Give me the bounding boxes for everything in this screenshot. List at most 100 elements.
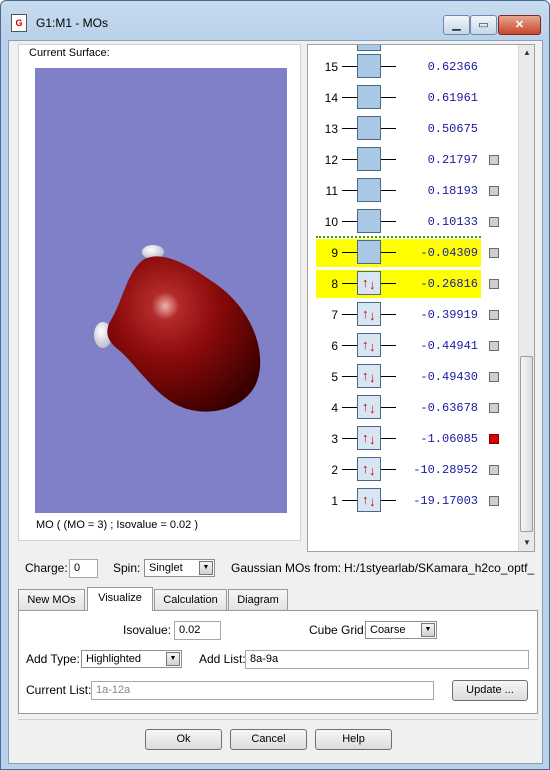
tab-visualize[interactable]: Visualize — [87, 587, 153, 611]
spin-up-icon: ↑ — [362, 399, 369, 414]
spin-down-icon: ↓ — [369, 401, 376, 416]
mo-select-checkbox[interactable] — [489, 186, 499, 196]
cube-grid-select[interactable]: Coarse ▼ — [365, 621, 437, 639]
window-title: G1:M1 - MOs — [36, 16, 109, 30]
chevron-down-icon[interactable]: ▼ — [166, 652, 180, 666]
mo-energy: -0.04309 — [420, 246, 478, 260]
tab-calculation[interactable]: Calculation — [154, 589, 227, 610]
current-list-label: Current List: — [26, 683, 92, 697]
mo-number: 7 — [331, 308, 338, 322]
cube-grid-value: Coarse — [370, 624, 406, 636]
mo-box[interactable]: ↑ ↓ — [357, 488, 381, 512]
mo-number: 1 — [331, 494, 338, 508]
isovalue-input[interactable]: 0.02 — [174, 621, 221, 640]
mo-number: 5 — [331, 370, 338, 384]
tab-new-mos[interactable]: New MOs — [18, 589, 85, 610]
mo-row[interactable]: 7 ↑ ↓ -0.39919 — [316, 301, 481, 329]
mo-row[interactable]: 9 -0.04309 — [316, 239, 481, 267]
mo-row[interactable]: 14 0.61961 — [316, 84, 481, 112]
title-bar[interactable]: G G1:M1 - MOs ▁ ▭ ✕ — [1, 1, 549, 39]
close-button[interactable]: ✕ — [498, 15, 541, 35]
mo-select-checkbox[interactable] — [489, 155, 499, 165]
surface-panel: Current Surface: MO ((MO = 3) ; Isovalu… — [18, 44, 301, 541]
minimize-icon: ▁ — [452, 19, 461, 31]
mo-row[interactable]: 8 ↑ ↓ -0.26816 — [316, 270, 481, 298]
mo-row[interactable]: 12 0.21797 — [316, 146, 481, 174]
update-button[interactable]: Update ... — [452, 680, 528, 701]
mo-select-checkbox[interactable] — [489, 372, 499, 382]
mo-row[interactable]: 5 ↑ ↓ -0.49430 — [316, 363, 481, 391]
maximize-button[interactable]: ▭ — [470, 15, 497, 35]
mo-row[interactable]: 13 0.50675 — [316, 115, 481, 143]
spin-down-icon: ↓ — [369, 432, 376, 447]
mo-box[interactable]: ↑ ↓ — [357, 271, 381, 295]
mo-row[interactable]: 11 0.18193 — [316, 177, 481, 205]
mo-select-checkbox[interactable] — [489, 279, 499, 289]
mo-box[interactable]: ↑ ↓ — [357, 395, 381, 419]
scroll-down-icon[interactable]: ▼ — [519, 535, 534, 551]
mo-row[interactable]: 2 ↑ ↓ -10.28952 — [316, 456, 481, 484]
mo-box[interactable] — [357, 209, 381, 233]
mo-box[interactable] — [357, 147, 381, 171]
mo-box[interactable]: ↑ ↓ — [357, 333, 381, 357]
charge-label: Charge: — [25, 561, 68, 575]
mo-select-checkbox[interactable] — [489, 248, 499, 258]
mo-energy: 0.62366 — [427, 60, 478, 74]
isovalue-label: Isovalue: — [123, 623, 172, 637]
ok-button[interactable]: Ok — [145, 729, 222, 750]
mo-number: 12 — [324, 153, 338, 167]
mo-box[interactable]: ↑ ↓ — [357, 426, 381, 450]
mo-select-checkbox[interactable] — [489, 434, 499, 444]
mo-box[interactable]: ↑ ↓ — [357, 364, 381, 388]
mo-box[interactable]: ↑ ↓ — [357, 302, 381, 326]
mo-box[interactable] — [357, 116, 381, 140]
mo-row[interactable]: 6 ↑ ↓ -0.44941 — [316, 332, 481, 360]
mo-number: 15 — [324, 60, 338, 74]
charge-input[interactable]: 0 — [69, 559, 98, 578]
mo-row[interactable]: 15 0.62366 — [316, 53, 481, 81]
mo-box[interactable]: ↑ ↓ — [357, 457, 381, 481]
mo-select-checkbox[interactable] — [489, 496, 499, 506]
spin-select[interactable]: Singlet ▼ — [144, 559, 215, 577]
mo-box[interactable] — [357, 240, 381, 264]
minimize-button[interactable]: ▁ — [443, 15, 470, 35]
mo-select-checkbox[interactable] — [489, 403, 499, 413]
mo-energy: 0.61961 — [427, 91, 478, 105]
spin-value: Singlet — [149, 562, 183, 574]
surface-viewport[interactable] — [35, 68, 287, 513]
mo-number: 11 — [325, 184, 338, 198]
mo-row[interactable]: 1 ↑ ↓ -19.17003 — [316, 487, 481, 515]
mo-row[interactable]: 10 0.10133 — [316, 208, 481, 236]
mo-select-checkbox[interactable] — [489, 217, 499, 227]
spin-down-icon: ↓ — [369, 494, 376, 509]
mo-select-checkbox[interactable] — [489, 310, 499, 320]
mo-select-checkbox[interactable] — [489, 465, 499, 475]
mo-number: 14 — [324, 91, 338, 105]
mo-select-checkbox[interactable] — [489, 341, 499, 351]
mo-number: 3 — [331, 432, 338, 446]
gaussview-icon: G — [11, 14, 27, 32]
scroll-thumb[interactable] — [520, 356, 533, 532]
cancel-button[interactable]: Cancel — [230, 729, 307, 750]
add-type-label: Add Type: — [26, 652, 80, 666]
chevron-down-icon[interactable]: ▼ — [421, 623, 435, 637]
mo-level-line — [342, 314, 357, 315]
add-type-select[interactable]: Highlighted ▼ — [81, 650, 182, 668]
mo-number: 6 — [331, 339, 338, 353]
tab-diagram[interactable]: Diagram — [228, 589, 288, 610]
mo-energy: -19.17003 — [413, 494, 478, 508]
scroll-up-icon[interactable]: ▲ — [519, 45, 534, 61]
help-button[interactable]: Help — [315, 729, 392, 750]
add-list-input[interactable]: 8a-9a — [245, 650, 529, 669]
mo-box[interactable] — [357, 178, 381, 202]
maximize-icon: ▭ — [478, 19, 489, 31]
mo-scrollbar[interactable]: ▲ ▼ — [518, 45, 534, 551]
mo-row[interactable]: 3 ↑ ↓ -1.06085 — [316, 425, 481, 453]
mo-box[interactable] — [357, 85, 381, 109]
chevron-down-icon[interactable]: ▼ — [199, 561, 213, 575]
mo-box[interactable] — [357, 54, 381, 78]
mo-row[interactable]: 4 ↑ ↓ -0.63678 — [316, 394, 481, 422]
mo-level-line — [342, 469, 357, 470]
mo-energy: -0.49430 — [420, 370, 478, 384]
current-surface-label: Current Surface: — [29, 47, 110, 59]
